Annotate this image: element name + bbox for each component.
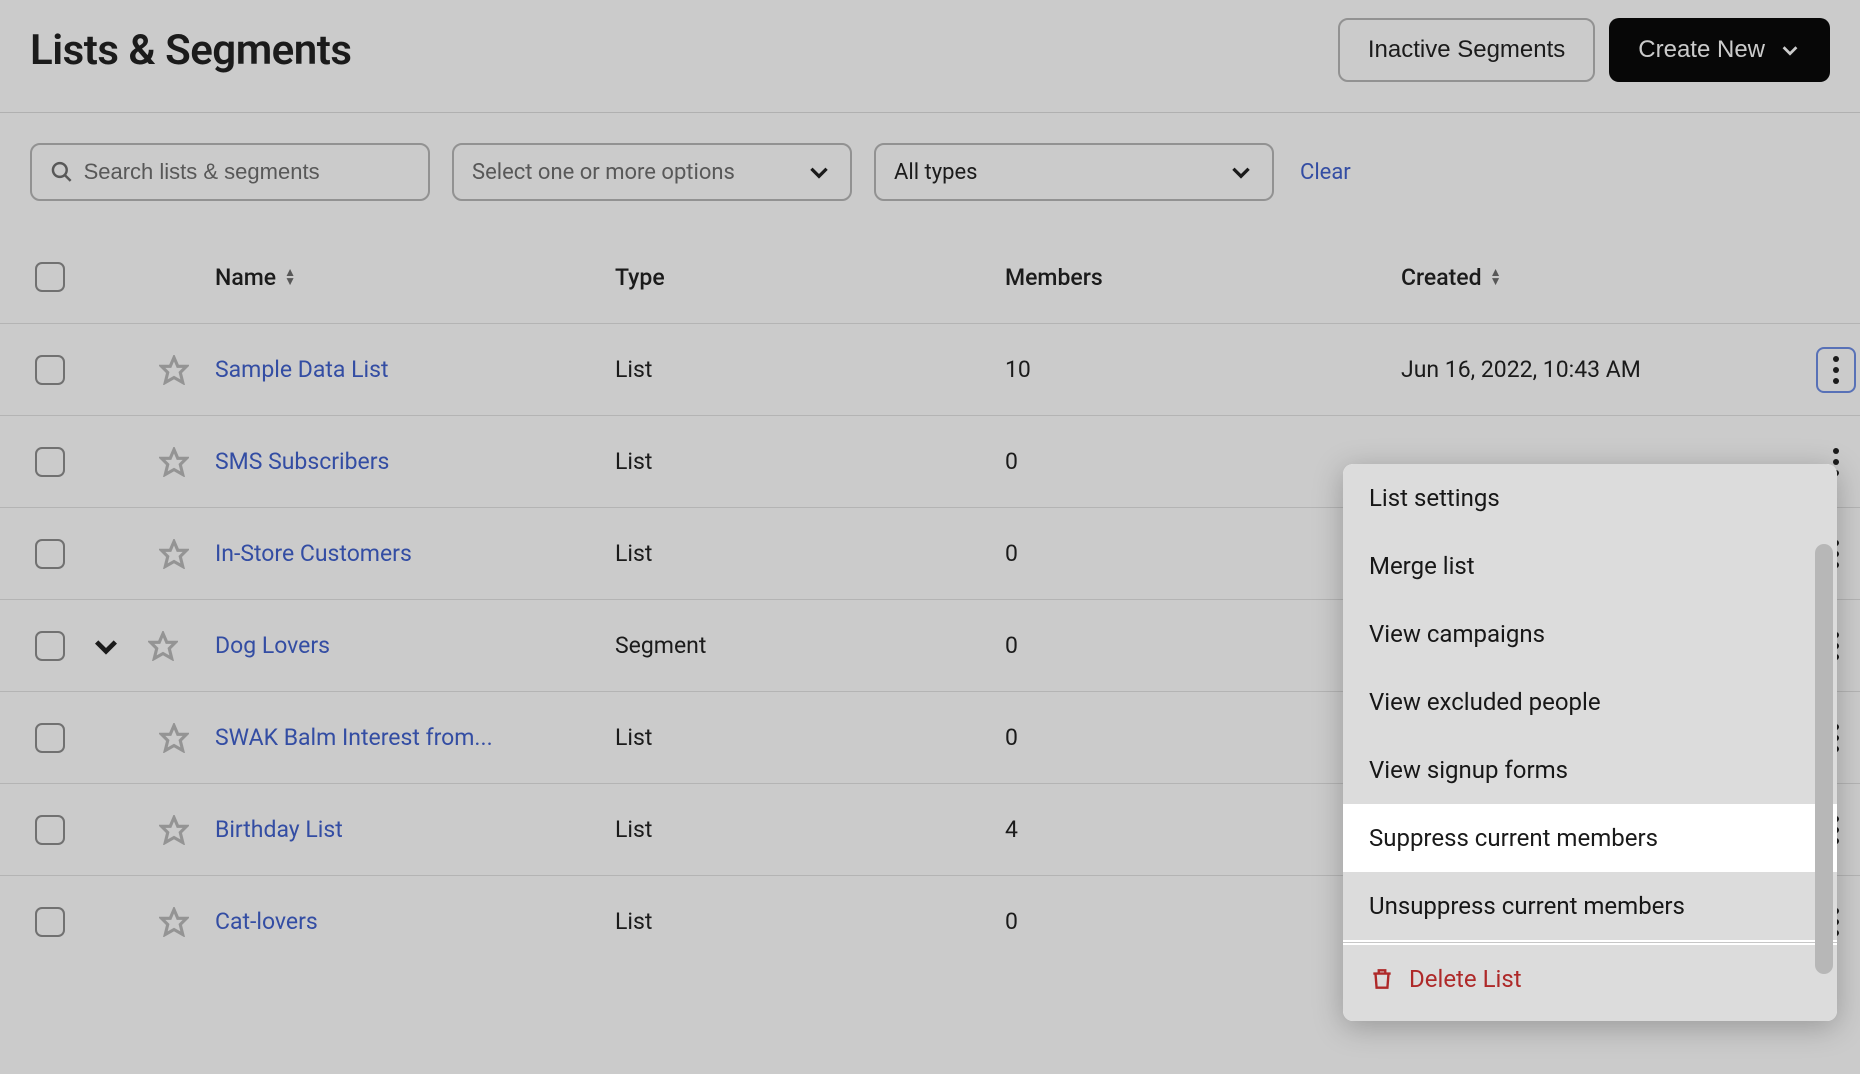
row-created: Jun 16, 2022, 10:43 AM [1401, 356, 1796, 383]
filters-bar: Select one or more options All types Cle… [0, 113, 1860, 231]
star-icon[interactable] [159, 907, 189, 937]
row-type: List [615, 908, 1005, 935]
col-members-label: Members [1005, 264, 1103, 291]
row-members: 4 [1005, 816, 1401, 843]
inactive-segments-button[interactable]: Inactive Segments [1338, 18, 1595, 82]
page-title: Lists & Segments [30, 26, 351, 75]
col-members: Members [1005, 264, 1401, 291]
type-select[interactable]: All types [874, 143, 1274, 201]
search-input-wrap[interactable] [30, 143, 430, 201]
star-icon[interactable] [159, 355, 189, 385]
search-icon [50, 159, 74, 185]
row-name-link[interactable]: SWAK Balm Interest from... [215, 724, 493, 751]
menu-scrollbar[interactable] [1815, 544, 1833, 974]
col-type: Type [615, 264, 1005, 291]
row-type: List [615, 816, 1005, 843]
row-name-link[interactable]: Dog Lovers [215, 632, 330, 659]
chevron-down-icon [806, 159, 832, 185]
star-icon[interactable] [159, 723, 189, 753]
menu-item[interactable]: List settings [1343, 464, 1837, 532]
inactive-segments-label: Inactive Segments [1368, 36, 1565, 64]
search-input[interactable] [84, 159, 410, 185]
row-members: 0 [1005, 908, 1401, 935]
sort-icon: ▲▼ [284, 268, 296, 286]
row-checkbox[interactable] [35, 631, 65, 661]
row-members: 0 [1005, 448, 1401, 475]
row-checkbox[interactable] [35, 539, 65, 569]
menu-item[interactable]: Suppress current members [1343, 804, 1837, 872]
row-actions-menu: List settingsMerge listView campaignsVie… [1343, 464, 1837, 1021]
row-checkbox[interactable] [35, 355, 65, 385]
table-header: Name ▲▼ Type Members Created ▲▼ [0, 231, 1860, 323]
star-icon[interactable] [159, 815, 189, 845]
star-icon[interactable] [159, 447, 189, 477]
type-select-label: All types [894, 160, 978, 185]
menu-item[interactable]: View signup forms [1343, 736, 1837, 804]
menu-item[interactable]: Unsuppress current members [1343, 872, 1837, 940]
row-type: List [615, 724, 1005, 751]
tags-select-label: Select one or more options [472, 160, 735, 185]
header-actions: Inactive Segments Create New [1338, 18, 1830, 82]
row-checkbox[interactable] [35, 815, 65, 845]
menu-item[interactable]: Merge list [1343, 532, 1837, 600]
row-checkbox[interactable] [35, 723, 65, 753]
row-actions-button[interactable] [1816, 347, 1856, 393]
chevron-down-icon [1228, 159, 1254, 185]
star-icon[interactable] [148, 631, 178, 661]
menu-item-delete-label: Delete List [1409, 965, 1522, 993]
col-created-label: Created [1401, 264, 1482, 291]
chevron-down-icon [1779, 39, 1801, 61]
menu-divider [1343, 942, 1837, 943]
row-name-link[interactable]: Cat-lovers [215, 908, 318, 935]
row-name-link[interactable]: SMS Subscribers [215, 448, 389, 475]
row-name-link[interactable]: Sample Data List [215, 356, 388, 383]
menu-item-delete[interactable]: Delete List [1343, 945, 1837, 1021]
row-members: 10 [1005, 356, 1401, 383]
row-checkbox[interactable] [35, 907, 65, 937]
col-created[interactable]: Created ▲▼ [1401, 264, 1796, 291]
row-members: 0 [1005, 724, 1401, 751]
menu-item[interactable]: View excluded people [1343, 668, 1837, 736]
row-type: List [615, 356, 1005, 383]
col-name-label: Name [215, 264, 276, 291]
tags-select[interactable]: Select one or more options [452, 143, 852, 201]
row-type: List [615, 448, 1005, 475]
row-members: 0 [1005, 540, 1401, 567]
clear-filters-link[interactable]: Clear [1300, 160, 1351, 185]
row-name-link[interactable]: Birthday List [215, 816, 343, 843]
trash-icon [1369, 966, 1395, 992]
menu-item[interactable]: View campaigns [1343, 600, 1837, 668]
create-new-button[interactable]: Create New [1609, 18, 1830, 82]
expand-icon[interactable] [90, 630, 122, 662]
page-header: Lists & Segments Inactive Segments Creat… [0, 0, 1860, 113]
col-type-label: Type [615, 264, 665, 291]
select-all-checkbox[interactable] [35, 262, 65, 292]
row-type: Segment [615, 632, 1005, 659]
row-type: List [615, 540, 1005, 567]
create-new-label: Create New [1638, 36, 1765, 64]
row-members: 0 [1005, 632, 1401, 659]
row-name-link[interactable]: In-Store Customers [215, 540, 412, 567]
sort-icon: ▲▼ [1490, 268, 1502, 286]
row-checkbox[interactable] [35, 447, 65, 477]
col-name[interactable]: Name ▲▼ [215, 264, 615, 291]
table-row: Sample Data List List10Jun 16, 2022, 10:4… [0, 323, 1860, 415]
star-icon[interactable] [159, 539, 189, 569]
